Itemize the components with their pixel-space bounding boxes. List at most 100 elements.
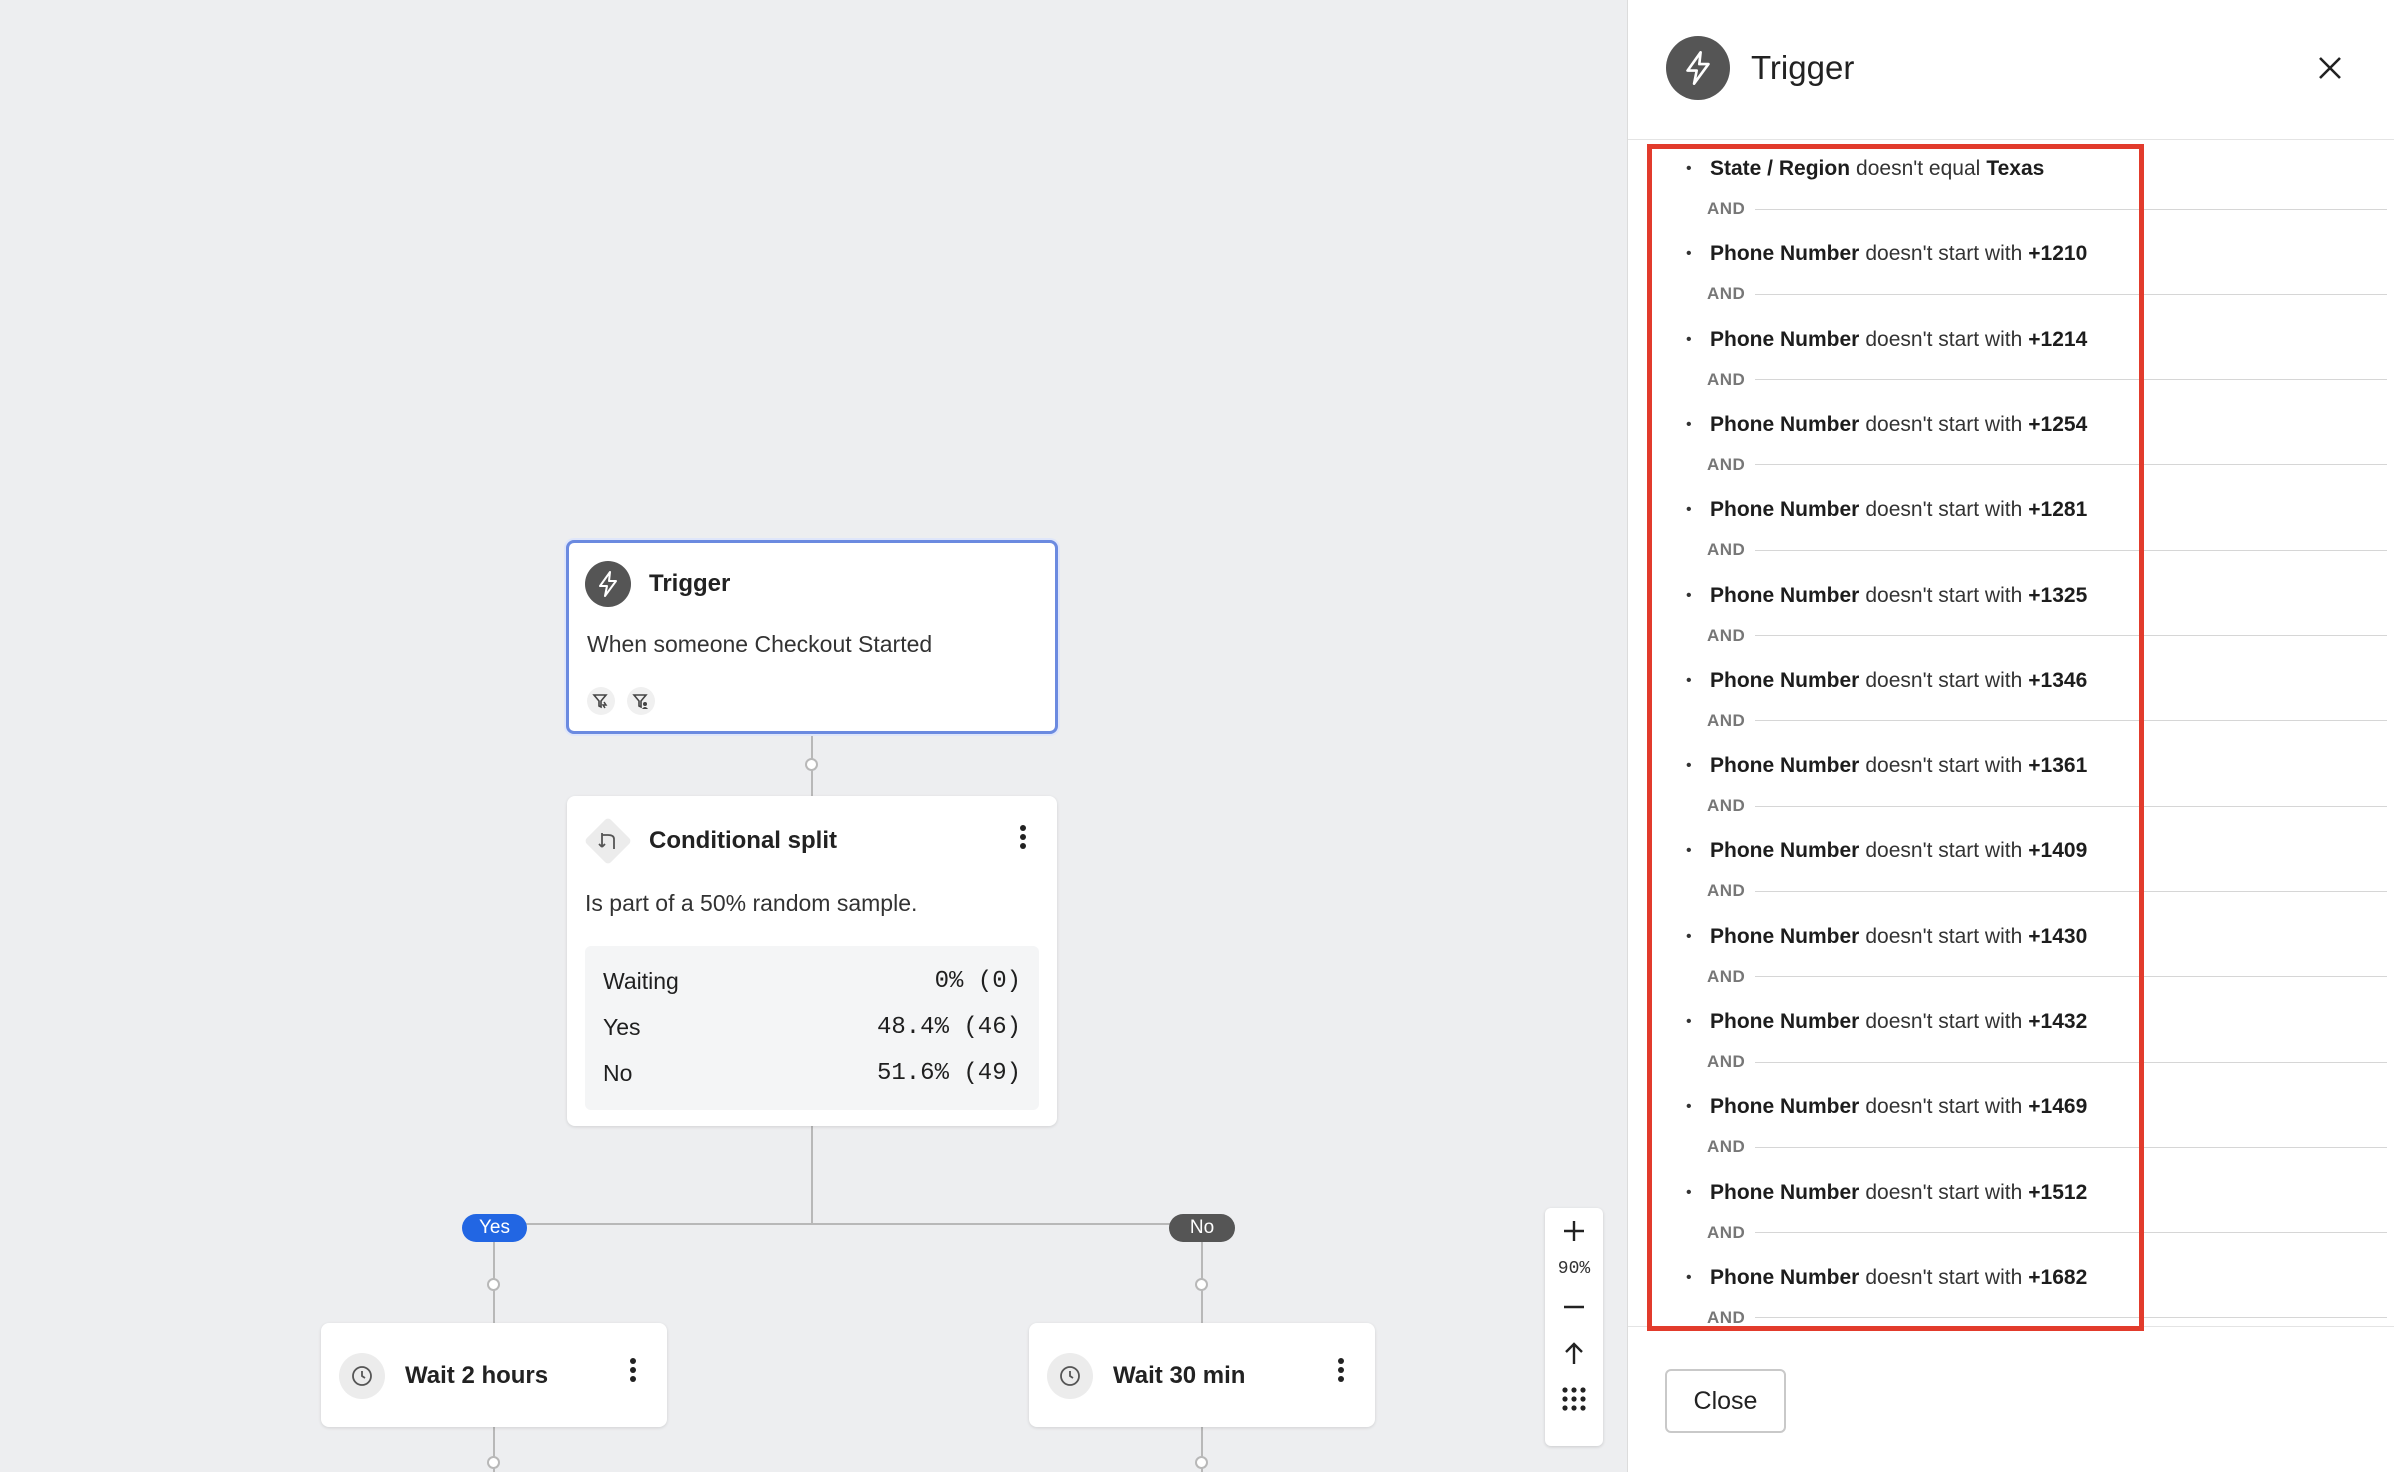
condition-item: • State / Region doesn't equal Texas <box>1686 157 2044 181</box>
connector-dot <box>1195 1456 1208 1469</box>
and-divider: AND <box>1707 540 2387 560</box>
divider-line <box>1755 1146 2387 1148</box>
condition-operator: doesn't equal <box>1856 157 1981 180</box>
trigger-node-title: Trigger <box>649 570 731 597</box>
condition-item: • Phone Number doesn't start with +1214 <box>1686 328 2087 352</box>
bullet: • <box>1686 160 1692 177</box>
and-label: AND <box>1707 199 1746 218</box>
divider-line <box>1755 720 2387 722</box>
wait-node-no[interactable]: Wait 30 min <box>1029 1323 1375 1427</box>
grid-icon[interactable] <box>1545 1376 1603 1422</box>
trigger-node[interactable]: Trigger When someone Checkout Started <box>566 540 1058 734</box>
condition-field: Phone Number <box>1710 668 1860 692</box>
divider-line <box>1755 890 2387 892</box>
bullet: • <box>1686 1013 1692 1030</box>
and-divider: AND <box>1707 711 2387 731</box>
condition-field: Phone Number <box>1710 754 1860 778</box>
flow-canvas[interactable]: Trigger When someone Checkout Started Co… <box>0 0 1627 1472</box>
and-divider: AND <box>1707 967 2387 987</box>
close-icon[interactable] <box>2312 50 2348 86</box>
divider-line <box>1755 549 2387 551</box>
bullet: • <box>1686 586 1692 604</box>
and-label: AND <box>1707 966 1746 986</box>
and-label: AND <box>1707 1052 1746 1071</box>
more-options-icon[interactable] <box>629 1357 637 1388</box>
condition-field: Phone Number <box>1710 583 1860 607</box>
condition-operator: doesn't start with <box>1865 583 2023 607</box>
more-options-icon[interactable] <box>1337 1357 1345 1388</box>
condition-operator: doesn't start with <box>1865 242 2023 266</box>
wait-node-yes[interactable]: Wait 2 hours <box>321 1323 667 1427</box>
zoom-in-button[interactable] <box>1545 1208 1603 1254</box>
condition-value: +1214 <box>2028 327 2088 351</box>
condition-item: • Phone Number doesn't start with +1346 <box>1686 669 2087 693</box>
condition-value: +1430 <box>2028 924 2088 948</box>
condition-item: • Phone Number doesn't start with +1469 <box>1686 1095 2087 1119</box>
condition-operator: doesn't start with <box>1865 327 2023 351</box>
bullet: • <box>1686 501 1692 519</box>
condition-operator: doesn't start with <box>1865 498 2023 522</box>
scroll-to-top-button[interactable] <box>1545 1330 1603 1376</box>
panel-footer: Close <box>1628 1326 2394 1472</box>
divider-line <box>1755 1317 2387 1319</box>
condition-field: Phone Number <box>1710 1180 1860 1204</box>
condition-value: +1409 <box>2028 839 2088 863</box>
bullet: • <box>1686 415 1692 433</box>
stat-label: No <box>603 1059 633 1086</box>
stat-value: 48.4% (46) <box>876 1013 1021 1041</box>
trigger-node-description: When someone Checkout Started <box>587 631 933 657</box>
and-divider: AND <box>1707 1308 2387 1325</box>
condition-item: • Phone Number doesn't start with +1682 <box>1686 1266 2087 1290</box>
trigger-filter-icon[interactable] <box>587 687 615 715</box>
and-label: AND <box>1707 1222 1746 1242</box>
condition-item: • Phone Number doesn't start with +1361 <box>1686 754 2087 778</box>
stat-row: No 51.6% (49) <box>603 1050 1021 1096</box>
and-label: AND <box>1707 369 1746 389</box>
and-divider: AND <box>1707 284 2387 304</box>
bullet: • <box>1686 330 1692 348</box>
conditional-split-node[interactable]: Conditional split Is part of a 50% rando… <box>567 796 1057 1126</box>
condition-field: Phone Number <box>1710 1095 1860 1119</box>
divider-line <box>1755 379 2387 381</box>
condition-field: Phone Number <box>1710 1265 1860 1289</box>
condition-item: • Phone Number doesn't start with +1512 <box>1686 1181 2087 1205</box>
yes-branch-label: Yes <box>462 1214 527 1242</box>
condition-value: +1361 <box>2028 754 2088 778</box>
and-label: AND <box>1707 796 1746 816</box>
condition-value: +1469 <box>2028 1095 2088 1119</box>
and-divider: AND <box>1707 370 2387 390</box>
condition-field: State / Region <box>1710 157 1851 180</box>
condition-value: +1682 <box>2028 1265 2088 1289</box>
and-divider: AND <box>1707 796 2387 816</box>
condition-item: • Phone Number doesn't start with +1281 <box>1686 498 2087 522</box>
clock-icon <box>1047 1353 1093 1399</box>
and-divider: AND <box>1707 626 2387 646</box>
panel-header: Trigger <box>1628 0 2394 140</box>
divider-line <box>1755 1232 2387 1234</box>
divider-line <box>1755 635 2387 636</box>
trigger-conditions-list[interactable]: • State / Region doesn't equal Texas AND • Pho… <box>1628 141 2394 1325</box>
and-divider: AND <box>1707 1137 2387 1157</box>
and-divider: AND <box>1707 881 2387 901</box>
condition-item: • Phone Number doesn't start with +1210 <box>1686 242 2087 266</box>
no-branch-label: No <box>1169 1214 1235 1242</box>
condition-operator: doesn't start with <box>1865 668 2023 692</box>
condition-item: • Phone Number doesn't start with +1325 <box>1686 584 2087 608</box>
lightning-icon <box>585 561 631 607</box>
condition-operator: doesn't start with <box>1865 1180 2023 1204</box>
close-button[interactable]: Close <box>1665 1369 1786 1433</box>
condition-value: +1346 <box>2028 668 2088 692</box>
condition-field: Phone Number <box>1710 412 1860 436</box>
connector-dot <box>1195 1278 1208 1291</box>
and-label: AND <box>1707 284 1746 304</box>
divider-line <box>1755 1061 2387 1063</box>
and-divider: AND <box>1707 199 2387 219</box>
and-label: AND <box>1707 454 1746 474</box>
and-label: AND <box>1707 1307 1746 1325</box>
trigger-side-panel: Trigger • State / Region doesn't equal Texa… <box>1627 0 2394 1472</box>
profile-filter-icon[interactable] <box>627 687 655 715</box>
stat-label: Waiting <box>603 967 679 994</box>
stat-row: Waiting 0% (0) <box>603 958 1021 1004</box>
more-options-icon[interactable] <box>1019 824 1027 855</box>
zoom-out-button[interactable] <box>1545 1284 1603 1330</box>
